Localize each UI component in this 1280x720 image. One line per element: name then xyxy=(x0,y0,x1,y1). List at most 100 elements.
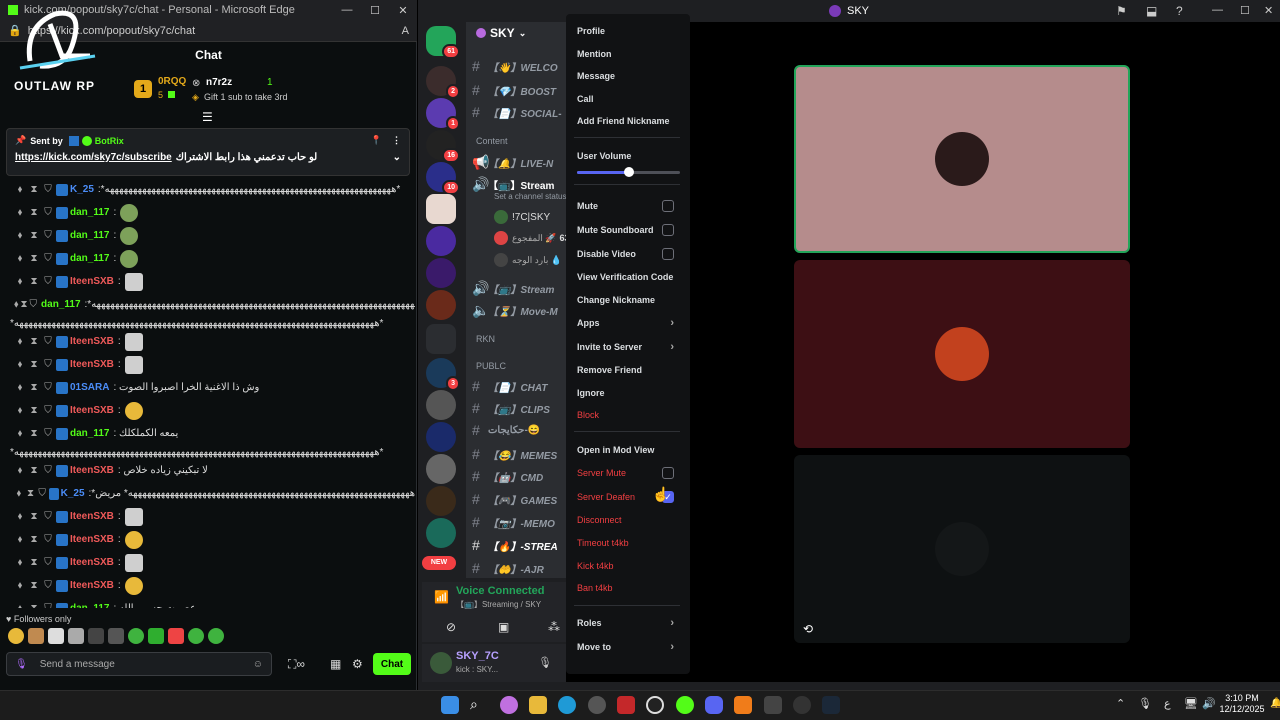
menu-apps[interactable]: Apps › xyxy=(566,312,684,334)
timeout-icon[interactable]: ⧗ xyxy=(28,382,40,393)
pin-message-icon[interactable]: ⬧ xyxy=(14,276,26,287)
timeout-icon[interactable]: ⧗ xyxy=(28,465,40,476)
store-icon[interactable]: ▦ xyxy=(330,657,341,671)
emote-icon[interactable] xyxy=(28,628,44,644)
read-aloud-icon[interactable]: A xyxy=(402,25,409,37)
server-guild-icon[interactable]: 1 xyxy=(426,98,460,131)
activities-icon[interactable]: ⁂ xyxy=(548,620,560,634)
close-icon[interactable]: ✕ xyxy=(389,4,417,17)
server-guild-icon[interactable] xyxy=(426,194,456,224)
signal-icon[interactable]: 📶 xyxy=(434,590,449,604)
server-guild-icon[interactable] xyxy=(426,454,456,484)
timeout-icon[interactable]: ⧗ xyxy=(28,359,40,370)
channel-boost[interactable]: # 【💎】BOOST xyxy=(472,82,556,98)
app-icon[interactable] xyxy=(646,696,664,714)
menu-invite[interactable]: Invite to Server › xyxy=(566,336,684,358)
checkbox[interactable] xyxy=(662,248,674,260)
channel-clips-ar[interactable]: # حكايجات-😄 xyxy=(472,422,540,438)
file-explorer-icon[interactable] xyxy=(529,696,547,714)
timeout-icon[interactable]: ⧗ xyxy=(28,534,40,545)
checkbox[interactable] xyxy=(662,224,674,236)
new-unreads-pill[interactable]: NEW xyxy=(422,556,456,570)
pin-message-icon[interactable]: ⬧ xyxy=(14,603,26,608)
channel-stream-active[interactable]: 🔊 【📺】Stream xyxy=(472,176,554,193)
server-guild-icon[interactable] xyxy=(426,390,456,420)
menu-disable-video[interactable]: Disable Video xyxy=(566,243,684,265)
channel-chat[interactable]: # 【📄】CHAT xyxy=(472,378,547,394)
channel-ajr[interactable]: # 【🤲】-AJR xyxy=(472,560,544,576)
timeout-icon[interactable]: ⧗ xyxy=(28,184,40,195)
emote-icon[interactable] xyxy=(188,628,204,644)
screen-share-icon[interactable]: ▣ xyxy=(498,620,509,634)
pin-message-icon[interactable]: ⬧ xyxy=(14,465,26,476)
ban-shield-icon[interactable]: ⛉ xyxy=(42,465,54,476)
inbox-flag-icon[interactable]: ⚑ xyxy=(1116,4,1127,18)
chat-username[interactable]: dan_117 xyxy=(70,603,109,608)
video-tile-speaking[interactable] xyxy=(794,65,1130,253)
ban-shield-icon[interactable]: ⛉ xyxy=(42,405,54,416)
tray-chevron-icon[interactable]: ⌃ xyxy=(1116,697,1125,710)
channel-games[interactable]: # 【🎮】GAMES xyxy=(472,491,557,507)
chat-username[interactable]: dan_117 xyxy=(70,230,109,241)
server-guild-icon[interactable] xyxy=(426,226,456,256)
ban-shield-icon[interactable]: ⛉ xyxy=(42,184,54,195)
timeout-icon[interactable]: ⧗ xyxy=(28,557,40,568)
chat-username[interactable]: dan_117 xyxy=(41,299,80,310)
voice-user[interactable]: !7C|SKY xyxy=(494,210,550,224)
copilot-icon[interactable] xyxy=(500,696,518,714)
pin-message-icon[interactable]: ⬧ xyxy=(14,336,26,347)
menu-profile[interactable]: Profile xyxy=(566,20,684,42)
emote-icon[interactable] xyxy=(208,628,224,644)
pin-message-icon[interactable]: ⬧ xyxy=(14,207,26,218)
app-icon[interactable] xyxy=(793,696,811,714)
channel-stream-3[interactable]: # 【🔥】-STREA xyxy=(472,537,558,553)
ban-shield-icon[interactable]: ⛉ xyxy=(42,276,54,287)
discord-app-icon[interactable] xyxy=(705,696,723,714)
menu-block[interactable]: Block xyxy=(566,404,684,426)
voice-channel-label[interactable]: 【📺】Streaming / SKY xyxy=(456,599,541,610)
timeout-icon[interactable]: ⧗ xyxy=(28,207,40,218)
category-content[interactable]: Content xyxy=(476,136,508,146)
chrome-icon[interactable] xyxy=(588,696,606,714)
pinned-link[interactable]: https://kick.com/sky7c/subscribe xyxy=(15,152,172,163)
ban-shield-icon[interactable]: ⛉ xyxy=(42,534,54,545)
ban-shield-icon[interactable]: ⛉ xyxy=(42,253,54,264)
menu-mention[interactable]: Mention xyxy=(566,43,684,65)
server-guild-icon[interactable]: 10 xyxy=(426,162,460,195)
pin-message-icon[interactable]: ⬧ xyxy=(14,557,26,568)
ban-shield-icon[interactable]: ⛉ xyxy=(42,603,54,608)
chat-username[interactable]: K_25 xyxy=(61,488,85,499)
menu-remove-friend[interactable]: Remove Friend xyxy=(566,359,684,381)
pin-message-icon[interactable]: ⬧ xyxy=(14,230,26,241)
ban-shield-icon[interactable]: ⛉ xyxy=(30,299,38,310)
server-guild-icon[interactable]: 2 xyxy=(426,66,460,99)
server-guild-icon[interactable] xyxy=(426,258,456,288)
menu-ignore[interactable]: Ignore xyxy=(566,382,684,404)
menu-mod-view[interactable]: Open in Mod View xyxy=(566,439,684,461)
chevron-down-icon[interactable]: ⌄ xyxy=(393,152,401,163)
ban-shield-icon[interactable]: ⛉ xyxy=(42,557,54,568)
maximize-icon[interactable]: ☐ xyxy=(361,4,389,17)
pin-message-icon[interactable]: ⬧ xyxy=(14,405,26,416)
server-guild-icon[interactable] xyxy=(426,518,456,548)
menu-verification-code[interactable]: View Verification Code xyxy=(566,266,684,288)
ban-shield-icon[interactable]: ⛉ xyxy=(42,336,54,347)
pin-message-icon[interactable]: ⬧ xyxy=(14,488,24,499)
gift-subs-icon[interactable]: ⛶∞ xyxy=(288,657,305,672)
chat-username[interactable]: dan_117 xyxy=(70,207,109,218)
channel-stream-2[interactable]: 🔊 【📺】Stream xyxy=(472,280,554,297)
category-public[interactable]: PUBLC xyxy=(476,361,506,371)
emote-icon[interactable] xyxy=(168,628,184,644)
chat-username[interactable]: IteenSXB xyxy=(70,336,114,347)
help-icon[interactable]: ? xyxy=(1176,4,1183,18)
video-tile[interactable] xyxy=(794,455,1130,643)
pin-message-icon[interactable]: ⬧ xyxy=(14,428,26,439)
menu-disconnect[interactable]: Disconnect xyxy=(566,509,684,531)
discord-close-icon[interactable]: ✕ xyxy=(1264,4,1273,17)
chat-username[interactable]: IteenSXB xyxy=(70,580,114,591)
microphone-icon[interactable]: 🎙 xyxy=(15,659,28,670)
filter-icon[interactable]: ☰ xyxy=(202,110,213,124)
menu-server-mute[interactable]: Server Mute xyxy=(566,462,684,484)
chat-input[interactable]: 🎙 Send a message ☺ xyxy=(6,652,272,676)
channel-clips[interactable]: # 【📺】CLIPS xyxy=(472,400,550,416)
